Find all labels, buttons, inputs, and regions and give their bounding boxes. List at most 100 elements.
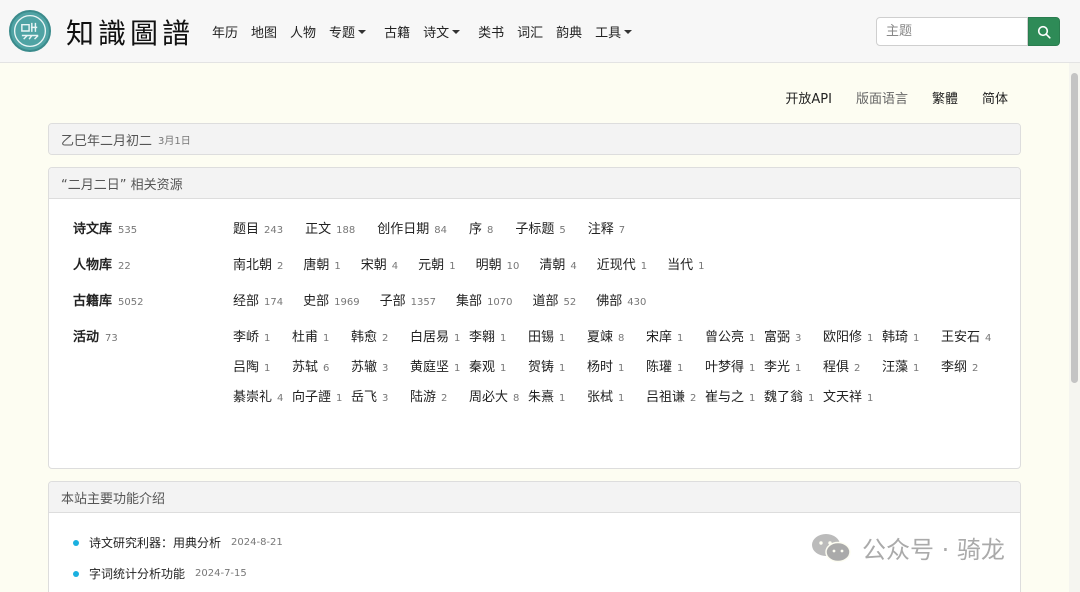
activity-person[interactable]: 杜甫 1 <box>292 326 351 356</box>
page-scrollbar[interactable] <box>1069 63 1080 592</box>
top-link-2[interactable]: 繁體 <box>932 88 958 107</box>
resource-item[interactable]: 子部 1357 <box>380 290 436 309</box>
person-name: 苏辙 <box>351 360 378 375</box>
activity-person[interactable]: 韩琦 1 <box>882 326 941 356</box>
intro-item[interactable]: 诗文研究利器：用典分析 2024-8-21 <box>73 534 283 551</box>
nav-item-6[interactable]: 类书 <box>478 22 504 41</box>
activity-person[interactable]: 汪藻 1 <box>882 356 941 386</box>
person-count: 1 <box>559 333 566 344</box>
activity-person[interactable]: 张栻 1 <box>587 386 646 416</box>
activity-person[interactable]: 李翱 1 <box>469 326 528 356</box>
activity-person[interactable]: 陆游 2 <box>410 386 469 416</box>
resource-item[interactable]: 当代 1 <box>667 254 704 273</box>
nav-item-1[interactable]: 地图 <box>251 22 277 41</box>
resource-item[interactable]: 子标题 5 <box>515 218 565 237</box>
resource-label[interactable]: 古籍库 5052 <box>73 290 233 309</box>
activity-person[interactable]: 岳飞 3 <box>351 386 410 416</box>
activity-person[interactable]: 黄庭坚 1 <box>410 356 469 386</box>
resource-item-name: 创作日期 <box>377 222 430 237</box>
activity-person[interactable]: 朱熹 1 <box>528 386 587 416</box>
nav-item-2[interactable]: 人物 <box>290 22 316 41</box>
activity-person[interactable]: 田锡 1 <box>528 326 587 356</box>
resource-item[interactable]: 明朝 10 <box>476 254 520 273</box>
resource-item-count: 5 <box>559 225 566 236</box>
person-name: 叶梦得 <box>705 360 745 375</box>
logo-seal-icon[interactable] <box>9 10 51 52</box>
activity-label[interactable]: 活动 73 <box>73 326 233 345</box>
activity-person[interactable]: 秦观 1 <box>469 356 528 386</box>
activity-person[interactable]: 李光 1 <box>764 356 823 386</box>
nav-item-9[interactable]: 工具 <box>595 22 633 41</box>
activity-person[interactable]: 韩愈 2 <box>351 326 410 356</box>
resource-item[interactable]: 经部 174 <box>233 290 283 309</box>
activity-person[interactable]: 叶梦得 1 <box>705 356 764 386</box>
resource-item[interactable]: 创作日期 84 <box>377 218 447 237</box>
nav-item-label: 年历 <box>212 26 239 41</box>
caret-down-icon <box>358 29 367 34</box>
nav-item-0[interactable]: 年历 <box>212 22 238 41</box>
site-logo-text[interactable]: 知識圖譜 <box>66 12 194 52</box>
activity-person[interactable]: 苏轼 6 <box>292 356 351 386</box>
activity-person[interactable]: 王安石 4 <box>941 326 1000 356</box>
search-button[interactable] <box>1028 17 1060 46</box>
intro-date: 2024-8-21 <box>231 537 283 548</box>
person-name: 吕祖谦 <box>646 390 686 405</box>
resource-label-text: 人物库 <box>73 258 113 273</box>
activity-person[interactable]: 贺铸 1 <box>528 356 587 386</box>
activity-person[interactable]: 李纲 2 <box>941 356 1000 386</box>
activity-person[interactable]: 夏竦 8 <box>587 326 646 356</box>
resource-item[interactable]: 集部 1070 <box>456 290 512 309</box>
resource-item[interactable]: 史部 1969 <box>303 290 359 309</box>
top-link-3[interactable]: 简体 <box>982 88 1008 107</box>
activity-person[interactable]: 曾公亮 1 <box>705 326 764 356</box>
resource-item[interactable]: 清朝 4 <box>539 254 576 273</box>
activity-person[interactable]: 周必大 8 <box>469 386 528 416</box>
top-link-1[interactable]: 版面语言 <box>856 88 908 107</box>
resource-item-name: 元朝 <box>418 258 445 273</box>
nav-item-4[interactable]: 古籍 <box>384 22 410 41</box>
top-link-0[interactable]: 开放API <box>785 88 832 107</box>
resource-item[interactable]: 近现代 1 <box>597 254 647 273</box>
scrollbar-thumb[interactable] <box>1071 73 1078 383</box>
activity-person[interactable]: 向子諲 1 <box>292 386 351 416</box>
activity-person[interactable]: 杨时 1 <box>587 356 646 386</box>
nav-item-7[interactable]: 词汇 <box>517 22 543 41</box>
activity-person[interactable]: 苏辙 3 <box>351 356 410 386</box>
resource-item[interactable]: 道部 52 <box>533 290 577 309</box>
intro-item[interactable]: 字词统计分析功能 2024-7-15 <box>73 565 283 582</box>
resource-item[interactable]: 题目 243 <box>233 218 283 237</box>
activity-person[interactable]: 宋庠 1 <box>646 326 705 356</box>
resource-item[interactable]: 南北朝 2 <box>233 254 283 273</box>
activity-person[interactable]: 綦崇礼 4 <box>233 386 292 416</box>
activity-person[interactable]: 吕陶 1 <box>233 356 292 386</box>
person-count: 1 <box>336 393 343 404</box>
activity-person[interactable]: 魏了翁 1 <box>764 386 823 416</box>
activity-person[interactable]: 程俱 2 <box>823 356 882 386</box>
nav-item-3[interactable]: 专题 <box>329 22 367 41</box>
resource-label[interactable]: 诗文库 535 <box>73 218 233 237</box>
activity-person[interactable]: 陈瓘 1 <box>646 356 705 386</box>
resource-item[interactable]: 注释 7 <box>588 218 625 237</box>
resource-items: 题目 243 正文 188 创作日期 84 序 8 子标题 5 注释 7 <box>233 218 1003 237</box>
nav-item-5[interactable]: 诗文 <box>423 22 461 41</box>
resource-item[interactable]: 佛部 430 <box>596 290 646 309</box>
activity-person[interactable]: 白居易 1 <box>410 326 469 356</box>
person-count: 1 <box>500 333 507 344</box>
resource-label[interactable]: 人物库 22 <box>73 254 233 273</box>
resource-item[interactable]: 正文 188 <box>305 218 355 237</box>
activity-person[interactable]: 李峤 1 <box>233 326 292 356</box>
bullet-icon <box>73 570 79 577</box>
activity-person[interactable]: 富弼 3 <box>764 326 823 356</box>
resource-item[interactable]: 元朝 1 <box>418 254 455 273</box>
nav-item-8[interactable]: 韵典 <box>556 22 582 41</box>
activity-person[interactable]: 吕祖谦 2 <box>646 386 705 416</box>
search-input[interactable] <box>876 17 1028 46</box>
resource-item[interactable]: 宋朝 4 <box>361 254 398 273</box>
resource-item[interactable]: 唐朝 1 <box>303 254 340 273</box>
person-count: 2 <box>690 393 697 404</box>
activity-person[interactable]: 崔与之 1 <box>705 386 764 416</box>
activity-person[interactable]: 欧阳修 1 <box>823 326 882 356</box>
activity-person[interactable]: 文天祥 1 <box>823 386 882 416</box>
resource-item[interactable]: 序8 <box>469 218 493 237</box>
watermark-text: 公众号 · 骑龙 <box>862 536 1005 564</box>
